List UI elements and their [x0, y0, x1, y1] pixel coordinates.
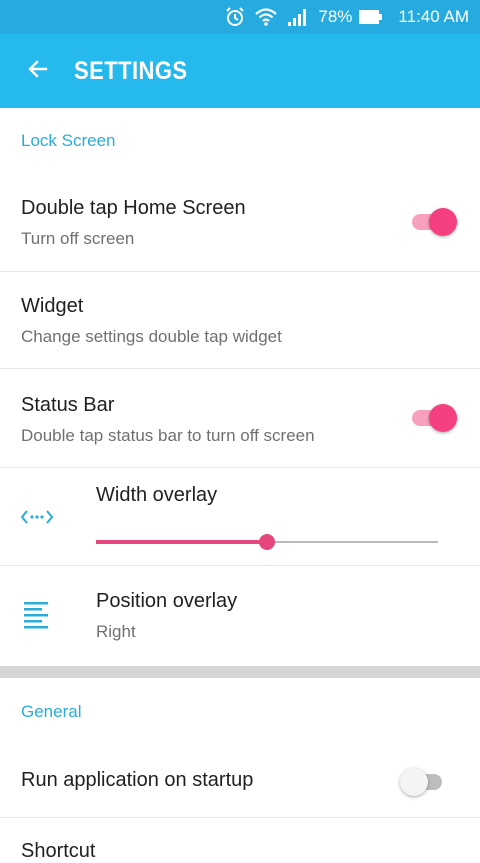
setting-title: Shortcut: [21, 840, 96, 862]
section-header-lock-screen: Lock Screen: [21, 131, 116, 150]
setting-title: Position overlay: [96, 590, 238, 612]
section-header-general: General: [21, 702, 82, 721]
setting-position-overlay[interactable]: Position overlay Right: [0, 566, 480, 666]
alarm-icon: [224, 6, 246, 28]
setting-widget[interactable]: Widget Change settings double tap widget: [0, 272, 480, 369]
arrow-left-icon: [26, 57, 50, 86]
setting-subtitle: Right: [96, 622, 136, 641]
page-title: SETTINGS: [74, 56, 188, 85]
toggle-thumb: [429, 208, 457, 236]
setting-subtitle: Double tap status bar to turn off screen: [21, 426, 315, 445]
setting-title: Width overlay: [96, 484, 218, 506]
app-bar: SETTINGS: [0, 34, 480, 108]
setting-subtitle: Turn off screen: [21, 229, 135, 248]
setting-title: Status Bar: [21, 394, 115, 416]
slider-fill: [96, 540, 267, 544]
slider-knob[interactable]: [259, 534, 275, 550]
setting-shortcut[interactable]: Shortcut: [0, 818, 480, 862]
back-button[interactable]: [14, 47, 62, 95]
section-divider: [0, 666, 480, 678]
setting-title: Widget: [21, 295, 84, 317]
double-tap-home-toggle[interactable]: [408, 206, 457, 236]
battery-icon: [358, 9, 384, 25]
width-overlay-slider[interactable]: [96, 532, 438, 552]
battery-percent: 78%: [318, 7, 353, 26]
setting-status-bar[interactable]: Status Bar Double tap status bar to turn…: [0, 369, 480, 468]
clock: 11:40 AM: [398, 7, 469, 26]
status-bar: 78% 11:40 AM: [0, 0, 480, 34]
setting-title: Double tap Home Screen: [21, 197, 246, 219]
toggle-thumb: [429, 404, 457, 432]
setting-title: Run application on startup: [21, 769, 254, 791]
wifi-icon: [254, 7, 278, 27]
setting-run-on-startup[interactable]: Run application on startup: [0, 745, 480, 818]
signal-icon: [286, 7, 310, 27]
width-arrows-icon: [20, 507, 54, 532]
toggle-thumb: [400, 768, 428, 796]
align-lines-icon: [24, 601, 50, 634]
setting-width-overlay: Width overlay: [0, 468, 480, 566]
run-on-startup-toggle[interactable]: [400, 766, 448, 796]
setting-double-tap-home[interactable]: Double tap Home Screen Turn off screen: [0, 175, 480, 272]
setting-subtitle: Change settings double tap widget: [21, 327, 282, 346]
status-bar-toggle[interactable]: [408, 402, 457, 432]
